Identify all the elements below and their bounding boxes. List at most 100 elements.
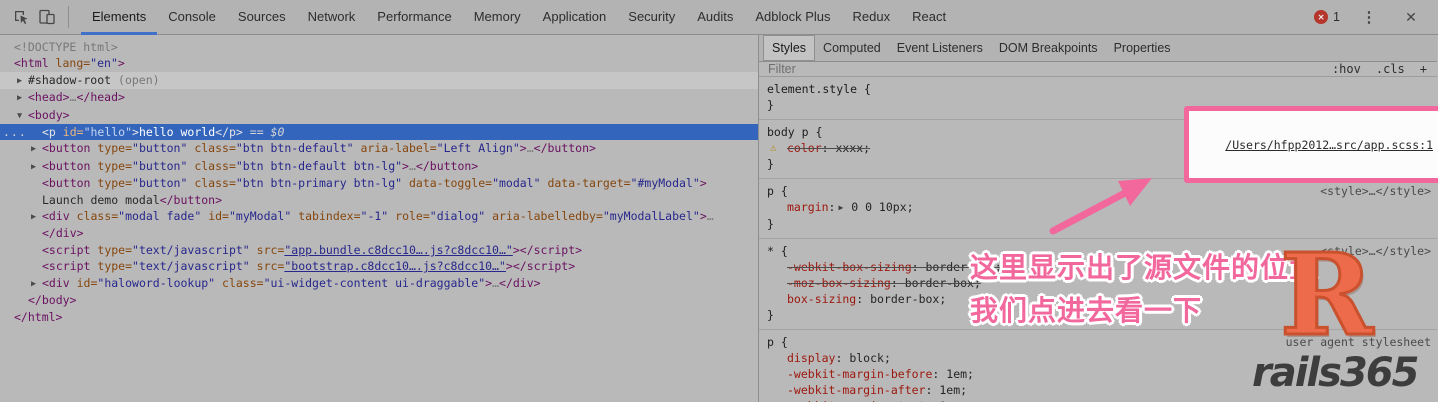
tab-adblock-plus[interactable]: Adblock Plus	[744, 0, 841, 35]
rule-origin[interactable]: <style>…</style>	[1320, 183, 1431, 199]
rule-selector[interactable]: *	[767, 244, 774, 258]
code-segment: "en"	[90, 56, 118, 70]
expand-arrow-icon[interactable]: ▶	[31, 159, 42, 175]
tab-memory[interactable]: Memory	[463, 0, 532, 35]
tab-console[interactable]: Console	[157, 0, 227, 35]
property-name: -moz-box-sizing	[787, 276, 891, 290]
error-badge[interactable]: ✕ 1	[1314, 10, 1340, 24]
source-file-link[interactable]: /Users/hfpp2012…src/app.scss:1	[1225, 138, 1433, 152]
tree-node[interactable]: </body>	[0, 292, 758, 308]
rule-header: p {<style>…</style>	[767, 183, 1437, 199]
tree-node[interactable]: ▶<button type="button" class="btn btn-de…	[0, 158, 758, 175]
close-icon[interactable]: ✕	[1398, 4, 1424, 30]
expand-arrow-icon[interactable]: ▶	[31, 276, 42, 292]
tab-performance[interactable]: Performance	[366, 0, 462, 35]
rule-selector[interactable]: element.style	[767, 82, 857, 96]
tree-node[interactable]: ...<p id="hello">hello world</p> == $0	[0, 124, 758, 140]
expand-arrow-icon[interactable]: ▶	[31, 209, 42, 225]
tree-node[interactable]: ▼<body>	[0, 107, 758, 124]
expand-shorthand-icon[interactable]: ▶	[838, 203, 843, 212]
collapse-arrow-icon[interactable]: ▼	[17, 108, 28, 124]
code-segment: >	[700, 209, 707, 223]
code-segment: class=	[187, 141, 235, 155]
styles-toggle--cls[interactable]: .cls	[1376, 62, 1405, 76]
sidebar-tab-event-listeners[interactable]: Event Listeners	[889, 36, 991, 60]
tree-node[interactable]: ▶<button type="button" class="btn btn-de…	[0, 140, 758, 157]
code-segment: <p	[42, 125, 56, 139]
code-segment: …	[527, 141, 534, 155]
tree-node[interactable]: ▶<head>…</head>	[0, 89, 758, 106]
annotation-callout: 这里显示出了源文件的位置 我们点进去看一下	[970, 246, 1318, 332]
tree-node[interactable]: ▶#shadow-root (open)	[0, 72, 758, 89]
tree-node[interactable]: <script type="text/javascript" src="app.…	[0, 242, 758, 258]
property-colon: :	[912, 260, 919, 274]
rule-selector[interactable]: p	[767, 184, 774, 198]
property-value: border-box;	[863, 292, 946, 306]
code-segment: </button>	[416, 159, 478, 173]
rule-selector[interactable]: body p	[767, 125, 809, 139]
inspect-element-icon[interactable]	[8, 4, 34, 30]
property-value: 1em;	[939, 367, 974, 381]
expand-arrow-icon[interactable]: ▶	[17, 90, 28, 106]
styles-toggle--[interactable]: +	[1420, 62, 1427, 76]
code-segment: "modal"	[492, 176, 540, 190]
tab-redux[interactable]: Redux	[842, 0, 902, 35]
code-segment: data-target=	[541, 176, 631, 190]
sidebar-tab-dom-breakpoints[interactable]: DOM Breakpoints	[991, 36, 1106, 60]
tab-react[interactable]: React	[901, 0, 957, 35]
code-segment: "button"	[132, 159, 187, 173]
code-segment: </script>	[520, 243, 582, 257]
tree-node[interactable]: <html lang="en">	[0, 55, 758, 71]
tree-node[interactable]: <button type="button" class="btn btn-pri…	[0, 175, 758, 191]
code-segment: "dialog"	[430, 209, 485, 223]
sidebar-tab-properties[interactable]: Properties	[1106, 36, 1179, 60]
kebab-menu-icon[interactable]: ⋮	[1356, 4, 1382, 30]
open-brace: {	[809, 125, 823, 139]
css-property[interactable]: margin:▶ 0 0 10px;	[767, 199, 1437, 216]
code-segment: >	[132, 125, 139, 139]
annotation-highlight-box: /Users/hfpp2012…src/app.scss:1	[1184, 106, 1438, 183]
code-segment: "haloword-lookup"	[97, 276, 215, 290]
device-toolbar-icon[interactable]	[34, 4, 60, 30]
code-segment: "text/javascript"	[132, 243, 250, 257]
tree-node[interactable]: </html>	[0, 309, 758, 325]
tree-node[interactable]: <script type="text/javascript" src="boot…	[0, 258, 758, 274]
property-value: border-box;	[898, 276, 981, 290]
property-text: display: block;	[787, 351, 891, 365]
tab-security[interactable]: Security	[617, 0, 686, 35]
tree-node[interactable]: <!DOCTYPE html>	[0, 39, 758, 55]
expand-arrow-icon[interactable]: ▶	[31, 141, 42, 157]
property-name: display	[787, 351, 835, 365]
code-segment: …	[707, 209, 714, 223]
sidebar-tab-computed[interactable]: Computed	[815, 36, 889, 60]
css-property[interactable]: -webkit-margin-start: 0px;	[767, 398, 1437, 402]
styles-toggles: :hov .cls +	[1332, 62, 1427, 76]
code-segment: id=	[70, 276, 98, 290]
styles-toggle--hov[interactable]: :hov	[1332, 62, 1361, 76]
tab-elements[interactable]: Elements	[81, 0, 157, 35]
property-text: -webkit-margin-after: 1em;	[787, 383, 967, 397]
tab-network[interactable]: Network	[297, 0, 367, 35]
code-segment: </button>	[534, 141, 596, 155]
devtools-window: ElementsConsoleSourcesNetworkPerformance…	[0, 0, 1438, 402]
code-segment: <button	[42, 159, 90, 173]
code-segment: class=	[215, 276, 263, 290]
property-name: -webkit-box-sizing	[787, 260, 912, 274]
filter-input[interactable]: Filter	[768, 62, 1332, 76]
tab-audits[interactable]: Audits	[686, 0, 744, 35]
tab-sources[interactable]: Sources	[227, 0, 297, 35]
sidebar-tab-styles[interactable]: Styles	[763, 35, 815, 61]
property-value: xxxx;	[829, 141, 871, 155]
tree-node[interactable]: Launch demo modal</button>	[0, 192, 758, 208]
property-colon: :	[891, 276, 898, 290]
expand-arrow-icon[interactable]: ▶	[17, 73, 28, 89]
tree-node[interactable]: </div>	[0, 225, 758, 241]
tree-node[interactable]: ▶<div id="haloword-lookup" class="ui-wid…	[0, 275, 758, 292]
rule-selector[interactable]: p	[767, 335, 774, 349]
code-segment: type=	[90, 243, 132, 257]
property-text: margin:▶ 0 0 10px;	[787, 200, 914, 214]
code-segment: <head>	[28, 90, 70, 104]
tab-application[interactable]: Application	[532, 0, 618, 35]
code-segment: "ui-widget-content ui-draggable"	[264, 276, 486, 290]
tree-node[interactable]: ▶<div class="modal fade" id="myModal" ta…	[0, 208, 758, 225]
